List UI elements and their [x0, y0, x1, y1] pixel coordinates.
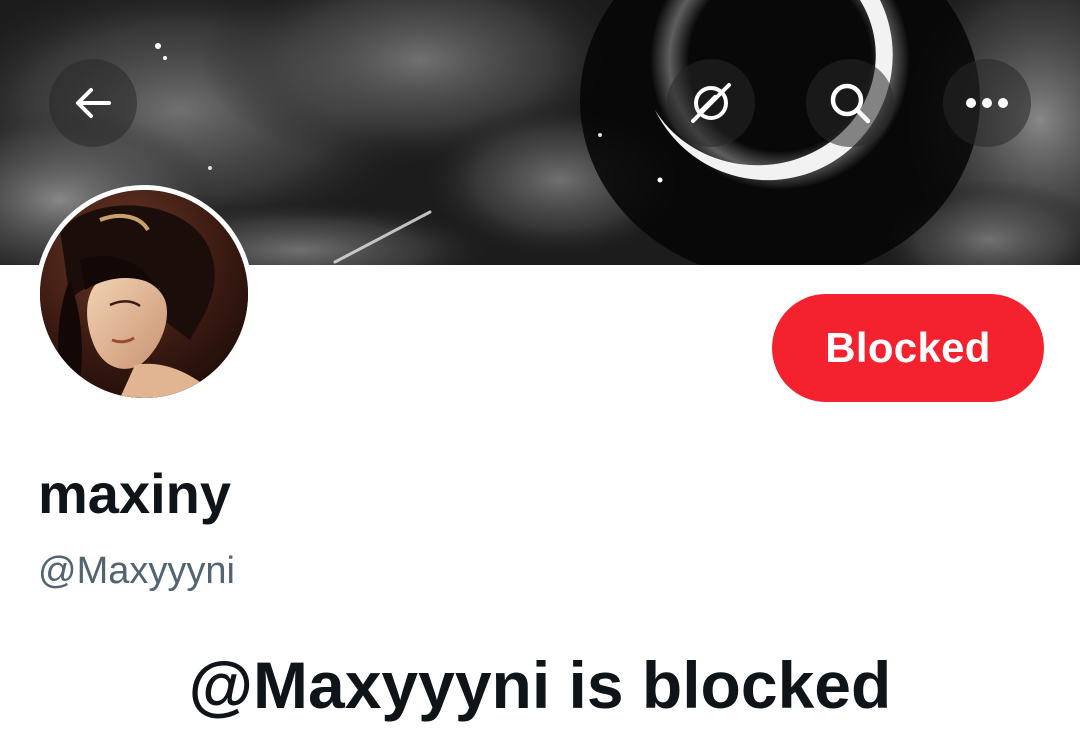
profile-page: Blocked maxiny @Maxyyyni @Maxyyyni is bl… [0, 0, 1080, 745]
blocked-message-title: @Maxyyyni is blocked [188, 648, 892, 722]
more-button[interactable] [943, 59, 1031, 147]
avatar-image [40, 190, 248, 398]
grok-icon [691, 83, 731, 123]
display-name: maxiny [38, 462, 231, 525]
grok-button[interactable] [667, 59, 755, 147]
search-button[interactable] [806, 59, 894, 147]
blocked-button[interactable]: Blocked [772, 294, 1044, 402]
more-horizontal-icon [966, 98, 1008, 108]
arrow-left-icon [76, 88, 111, 118]
back-button[interactable] [49, 59, 137, 147]
username-handle: @Maxyyyni [38, 550, 235, 592]
avatar[interactable] [35, 185, 253, 403]
search-icon [830, 83, 871, 124]
